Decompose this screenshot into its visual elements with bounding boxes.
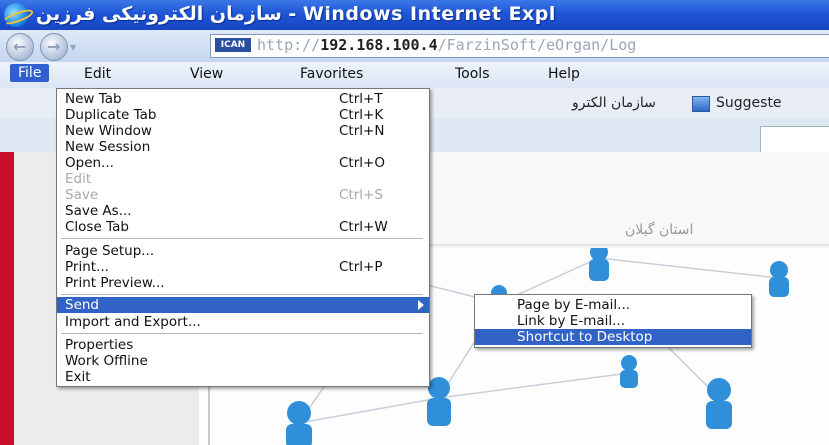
recent-pages-chevron-icon[interactable]: ▼: [70, 43, 76, 52]
menu-item-send[interactable]: Send: [57, 297, 429, 313]
person-icon: [769, 261, 789, 297]
suggested-sites-link[interactable]: Suggeste: [716, 95, 782, 111]
person-icon: [589, 248, 609, 281]
file-menu: New Tab Ctrl+T Duplicate Tab Ctrl+K New Wi…: [56, 88, 430, 387]
menu-favorites[interactable]: Favorites: [300, 66, 363, 82]
frame-border: [0, 152, 14, 445]
person-icon: [620, 355, 638, 388]
suggested-sites-icon: [692, 96, 710, 112]
menu-item-new-window[interactable]: New Window Ctrl+N: [57, 123, 429, 139]
menu-item-properties[interactable]: Properties: [57, 337, 429, 353]
browser-tab[interactable]: [760, 126, 829, 153]
menu-edit[interactable]: Edit: [84, 66, 111, 82]
back-arrow-icon: ←: [13, 37, 27, 56]
menu-separator: [61, 294, 423, 295]
menu-bar: File Edit View Favorites Tools Help: [0, 62, 829, 88]
menu-help[interactable]: Help: [548, 66, 580, 82]
menu-item-new-tab[interactable]: New Tab Ctrl+T: [57, 91, 429, 107]
menu-tools[interactable]: Tools: [455, 66, 490, 82]
forward-arrow-icon: →: [47, 37, 61, 56]
menu-item-edit: Edit: [65, 171, 92, 187]
menu-item-duplicate-tab[interactable]: Duplicate Tab Ctrl+K: [57, 107, 429, 123]
menu-file[interactable]: File: [10, 64, 50, 82]
navigation-bar: ← → ▼ ICAN http://192.168.100.4/FarzinSo…: [0, 30, 829, 62]
menu-item-print[interactable]: Print... Ctrl+P: [57, 259, 429, 275]
internet-explorer-icon: [4, 3, 28, 27]
menu-separator: [61, 333, 423, 334]
menu-item-save-as[interactable]: Save As...: [57, 203, 429, 219]
site-badge: ICAN: [215, 38, 251, 52]
menu-separator: [61, 238, 423, 239]
window-titlebar[interactable]: سازمان الکترونیکی فرزین - Windows Intern…: [0, 0, 829, 30]
menu-item-work-offline[interactable]: Work Offline: [57, 353, 429, 369]
menu-item-close-tab[interactable]: Close Tab Ctrl+W: [57, 219, 429, 235]
submenu-item-page-by-email[interactable]: Page by E-mail...: [475, 297, 751, 313]
person-icon: [427, 377, 451, 426]
person-icon: [286, 401, 312, 445]
menu-item-save: Save Ctrl+S: [65, 187, 383, 203]
address-field[interactable]: ICAN http://192.168.100.4/FarzinSoft/eOr…: [210, 34, 829, 58]
menu-item-open[interactable]: Open... Ctrl+O: [57, 155, 429, 171]
menu-item-import-export[interactable]: Import and Export...: [57, 314, 429, 330]
back-button[interactable]: ←: [6, 33, 34, 61]
address-url[interactable]: http://192.168.100.4/FarzinSoft/eOrgan/L…: [257, 36, 636, 54]
submenu-arrow-icon: [418, 300, 424, 310]
person-icon: [706, 378, 732, 429]
menu-item-print-preview[interactable]: Print Preview...: [57, 275, 429, 291]
menu-item-page-setup[interactable]: Page Setup...: [57, 243, 429, 259]
menu-item-new-session[interactable]: New Session: [57, 139, 429, 155]
submenu-item-shortcut-to-desktop[interactable]: Shortcut to Desktop: [475, 329, 751, 345]
menu-item-exit[interactable]: Exit: [57, 369, 429, 385]
window-title: سازمان الکترونیکی فرزین - Windows Intern…: [36, 3, 556, 25]
menu-view[interactable]: View: [190, 66, 223, 82]
favorite-site-link[interactable]: سازمان الکترو: [572, 95, 656, 111]
page-heading: استان گیلان: [625, 222, 694, 238]
submenu-item-link-by-email[interactable]: Link by E-mail...: [475, 313, 751, 329]
send-submenu: Page by E-mail... Link by E-mail... Shor…: [474, 294, 752, 348]
forward-button[interactable]: →: [40, 33, 68, 61]
